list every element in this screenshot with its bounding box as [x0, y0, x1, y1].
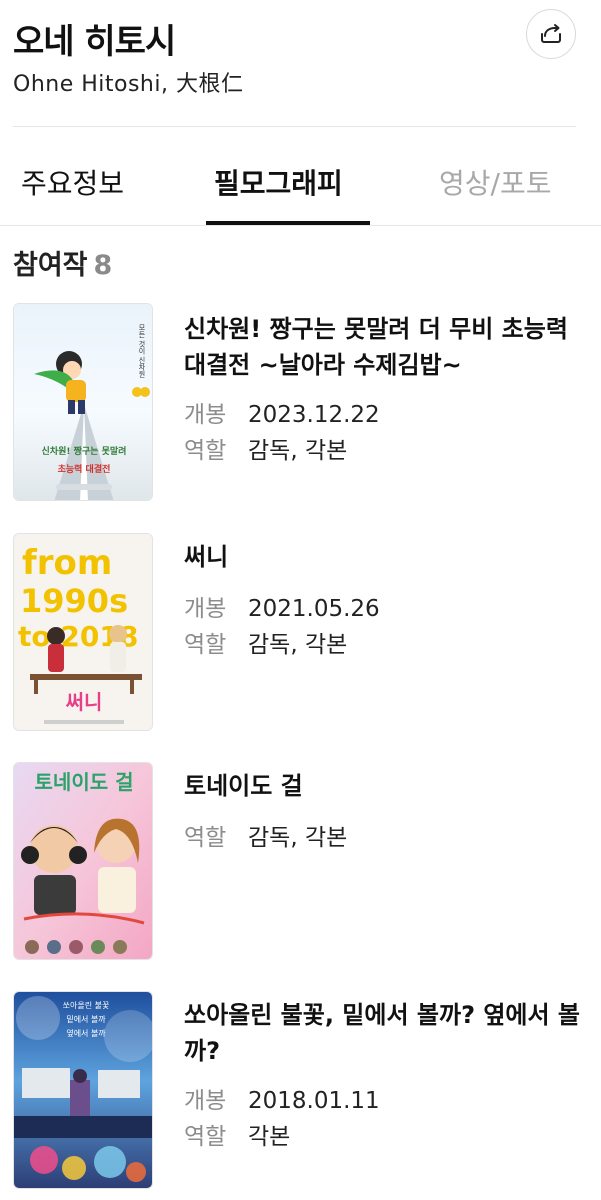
poster-title: 토네이도 걸 — [35, 770, 134, 794]
work-title[interactable]: 써니 — [184, 539, 584, 575]
role-label: 역할 — [184, 1124, 227, 1150]
role-value: 감독, 각본 — [248, 825, 348, 851]
role-label: 역할 — [184, 825, 227, 851]
person-subname: Ohne Hitoshi, 大根仁 — [13, 72, 244, 97]
release-row: 개봉 2021.05.26 — [184, 589, 380, 623]
release-date: 2023.12.22 — [248, 402, 380, 428]
poster-title: 쏘아올린 불꽃 — [63, 1000, 110, 1010]
poster-tagline: 모든 것이 신차원 — [138, 324, 146, 378]
work-count: 8 — [93, 250, 113, 281]
poster-subtitle: 1990s — [20, 582, 128, 620]
role-row: 역할 감독, 각본 — [184, 431, 347, 465]
role-value: 감독, 각본 — [248, 632, 348, 658]
tab-video-photo[interactable]: 영상/포토 — [439, 162, 551, 202]
tabs-divider — [0, 225, 601, 226]
section-title-text: 참여작 — [13, 250, 88, 281]
share-icon — [541, 24, 561, 43]
poster-subtitle-2: 옆에서 볼까 — [66, 1028, 106, 1038]
release-row: 개봉 2023.12.22 — [184, 395, 380, 429]
poster-image[interactable]: 모든 것이 신차원 신차원! 짱구는 못말려 초능력 대결전 — [13, 303, 153, 501]
tab-bar: 주요정보 필모그래피 영상/포토 — [0, 150, 601, 226]
poster-logo: 써니 — [66, 690, 103, 714]
release-date: 2021.05.26 — [248, 596, 380, 622]
role-row: 역할 감독, 각본 — [184, 625, 347, 659]
release-row: 개봉 2018.01.11 — [184, 1081, 380, 1115]
release-label: 개봉 — [184, 402, 227, 428]
poster-image[interactable]: from 1990s to 2018 써니 — [13, 533, 153, 731]
poster-subtitle: 밑에서 볼까 — [66, 1014, 106, 1024]
role-row: 역할 감독, 각본 — [184, 818, 347, 852]
release-date: 2018.01.11 — [248, 1088, 380, 1114]
role-row: 역할 각본 — [184, 1117, 290, 1151]
role-value: 각본 — [248, 1124, 291, 1150]
tab-filmography[interactable]: 필모그래피 — [214, 162, 343, 202]
role-label: 역할 — [184, 438, 227, 464]
poster-image[interactable]: 쏘아올린 불꽃 밑에서 볼까 옆에서 볼까 — [13, 991, 153, 1189]
release-label: 개봉 — [184, 596, 227, 622]
release-label: 개봉 — [184, 1088, 227, 1114]
poster-subtitle: 초능력 대결전 — [58, 463, 111, 475]
tab-main-info[interactable]: 주요정보 — [21, 162, 124, 202]
filmography-section-title: 참여작 8 — [13, 243, 112, 282]
role-value: 감독, 각본 — [248, 438, 348, 464]
person-name: 오네 히토시 — [13, 22, 176, 62]
poster-image[interactable]: 토네이도 걸 — [13, 762, 153, 960]
poster-title: 신차원! 짱구는 못말려 — [42, 445, 127, 457]
share-button[interactable] — [526, 9, 576, 59]
work-title[interactable]: 쏘아올린 불꽃, 밑에서 볼까? 옆에서 볼까? — [184, 997, 584, 1069]
profile-header: 오네 히토시 Ohne Hitoshi, 大根仁 — [0, 0, 601, 128]
poster-title: from — [22, 543, 112, 583]
role-label: 역할 — [184, 632, 227, 658]
work-title[interactable]: 신차원! 짱구는 못말려 더 무비 초능력 대결전 ~날아라 수제김밥~ — [184, 311, 584, 383]
work-title[interactable]: 토네이도 걸 — [184, 768, 584, 804]
header-divider — [13, 126, 576, 127]
